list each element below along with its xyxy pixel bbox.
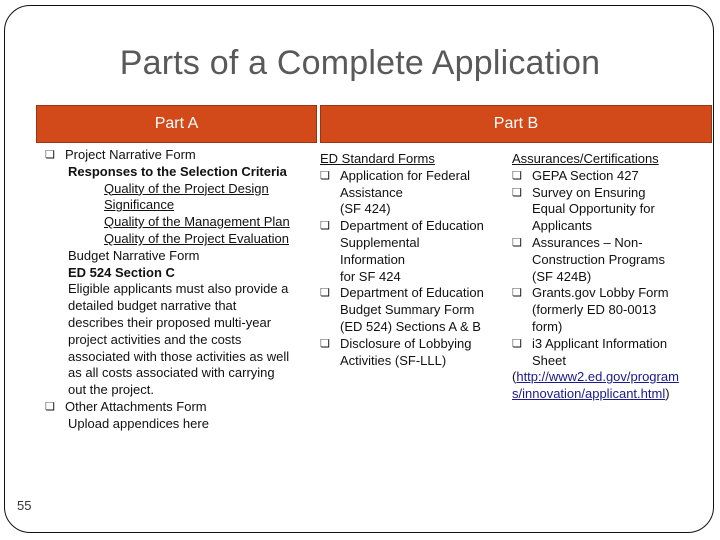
- checkbox-bullet-icon: [320, 168, 332, 218]
- part-b-header-label: Part B: [493, 115, 539, 132]
- item-line: Department of Education: [340, 218, 484, 234]
- selection-criteria-heading: Responses to the Selection Criteria: [68, 163, 287, 179]
- budget-narrative-form: Budget Narrative Form: [68, 247, 200, 263]
- list-item-assurance: Survey on Ensuring Equal Opportunity for…: [512, 185, 702, 235]
- item-line: (formerly ED 80-0013: [532, 302, 657, 318]
- item-line: form): [532, 318, 563, 334]
- list-item-assurance: i3 Applicant Information Sheet: [512, 336, 702, 370]
- part-a-header: Part A: [36, 105, 317, 143]
- other-attachments-note: Upload appendices here: [68, 415, 209, 431]
- list-item-assurance: Grants.gov Lobby Form (formerly ED 80-00…: [512, 285, 702, 335]
- checkbox-bullet-icon: [512, 285, 524, 335]
- list-item-assurance: GEPA Section 427: [512, 168, 702, 185]
- budget-text-line: detailed budget narrative that: [68, 298, 237, 314]
- checkbox-bullet-icon: [512, 168, 524, 185]
- list-item-assurance: Assurances – Non- Construction Programs …: [512, 235, 702, 285]
- criterion-item: Quality of the Project Design: [104, 180, 269, 196]
- item-line: for SF 424: [340, 268, 401, 284]
- slide-title: Parts of a Complete Application: [119, 44, 601, 82]
- checkbox-bullet-icon: [45, 399, 57, 416]
- applicant-info-link-cont[interactable]: s/innovation/applicant.html: [512, 386, 665, 401]
- item-line: i3 Applicant Information: [532, 335, 668, 351]
- checkbox-bullet-icon: [320, 218, 332, 285]
- assurances-column: Assurances/Certifications GEPA Section 4…: [512, 151, 702, 403]
- standard-forms-heading: ED Standard Forms: [320, 151, 435, 166]
- budget-text-line: associated with those activities as well: [68, 348, 290, 364]
- list-item-standard-form: Department of Education Supplemental Inf…: [320, 218, 500, 285]
- slide-number: 55: [17, 498, 32, 513]
- item-line: (ED 524) Sections A & B: [340, 318, 481, 334]
- criterion-item: Quality of the Management Plan: [104, 214, 290, 230]
- checkbox-bullet-icon: [512, 235, 524, 285]
- item-line: Budget Summary Form: [340, 302, 475, 318]
- item-line: GEPA Section 427: [532, 167, 639, 183]
- applicant-info-link-block: (http://www2.ed.gov/program s/innovation…: [512, 369, 679, 402]
- budget-text-line: describes their proposed multi-year: [68, 314, 272, 330]
- item-line: Activities (SF-LLL): [340, 352, 447, 368]
- part-b-header: Part B: [320, 105, 712, 143]
- budget-text-line: project activities and the costs: [68, 331, 242, 347]
- project-narrative-label: Project Narrative Form: [65, 147, 196, 162]
- checkbox-bullet-icon: [45, 147, 57, 164]
- checkbox-bullet-icon: [320, 336, 332, 370]
- item-line: Applicants: [532, 218, 592, 234]
- item-line: (SF 424B): [532, 268, 592, 284]
- list-item-standard-form: Department of Education Budget Summary F…: [320, 285, 500, 335]
- item-line: Department of Education: [340, 285, 484, 301]
- list-item-standard-form: Application for Federal Assistance (SF 4…: [320, 168, 500, 218]
- item-line: Sheet: [532, 352, 566, 368]
- assurances-heading: Assurances/Certifications: [512, 151, 659, 166]
- item-line: Grants.gov Lobby Form: [532, 285, 669, 301]
- item-line: Assistance: [340, 184, 403, 200]
- checkbox-bullet-icon: [512, 336, 524, 370]
- part-a-header-label: Part A: [154, 115, 199, 132]
- item-line: (SF 424): [340, 201, 391, 217]
- budget-text-line: out the project.: [68, 382, 154, 398]
- item-line: Equal Opportunity for: [532, 201, 655, 217]
- list-item-other-attachments: Other Attachments Form: [45, 399, 310, 416]
- item-line: Application for Federal: [340, 167, 471, 183]
- budget-section-label: ED 524 Section C: [68, 264, 175, 280]
- checkbox-bullet-icon: [512, 185, 524, 235]
- item-line: Supplemental: [340, 234, 420, 250]
- applicant-info-link[interactable]: http://www2.ed.gov/program: [516, 369, 679, 384]
- list-item-standard-form: Disclosure of Lobbying Activities (SF-LL…: [320, 336, 500, 370]
- other-attachments-label: Other Attachments Form: [65, 398, 207, 414]
- criterion-item: Quality of the Project Evaluation: [104, 230, 289, 246]
- criterion-item: Significance: [104, 197, 175, 213]
- item-line: Assurances – Non-: [532, 234, 643, 250]
- checkbox-bullet-icon: [320, 285, 332, 335]
- budget-text-line: as all costs associated with carrying: [68, 365, 275, 381]
- item-line: Disclosure of Lobbying: [340, 335, 472, 351]
- list-item-project-narrative: Project Narrative Form: [45, 147, 310, 164]
- item-line: Construction Programs: [532, 251, 665, 267]
- item-line: Survey on Ensuring: [532, 184, 646, 200]
- item-line: Information: [340, 251, 406, 267]
- part-a-column: Project Narrative Form Responses to the …: [45, 147, 310, 433]
- standard-forms-column: ED Standard Forms Application for Federa…: [320, 151, 500, 369]
- budget-text-line: Eligible applicants must also provide a: [68, 281, 289, 297]
